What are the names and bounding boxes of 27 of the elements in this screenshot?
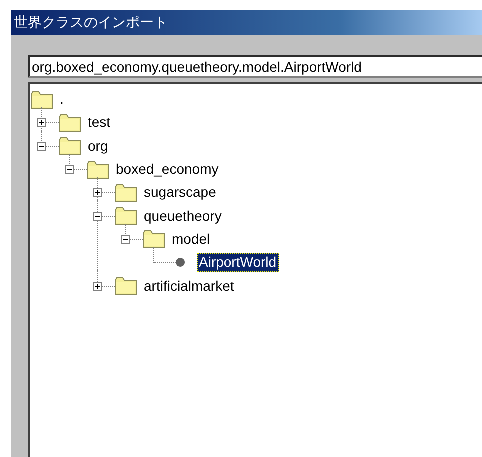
tree-item[interactable]: org	[86, 136, 110, 156]
folder-icon	[115, 184, 137, 202]
tree-item[interactable]: sugarscape	[142, 183, 218, 202]
window-title: 世界クラスのインポート	[14, 14, 168, 32]
folder-icon	[31, 90, 53, 109]
expand-toggle[interactable]	[37, 118, 46, 128]
expand-toggle[interactable]	[93, 188, 102, 198]
tree-item[interactable]: boxed_economy	[114, 160, 221, 180]
tree-item[interactable]: artificialmarket	[142, 276, 236, 296]
tree-item[interactable]: test	[86, 113, 113, 132]
folder-icon	[59, 114, 81, 132]
expand-toggle[interactable]	[93, 282, 102, 291]
tree-item[interactable]: queuetheory	[142, 206, 224, 226]
collapse-toggle[interactable]	[93, 212, 102, 221]
collapse-toggle[interactable]	[65, 165, 74, 174]
class-name-field[interactable]: org.boxed_economy.queuetheory.model.AirportWorld	[28, 55, 482, 78]
folder-icon	[87, 160, 109, 179]
tree-item[interactable]: model	[170, 230, 212, 249]
tree-item[interactable]: .	[58, 90, 66, 110]
folder-icon	[59, 137, 81, 156]
collapse-toggle[interactable]	[37, 142, 46, 151]
folder-icon	[143, 230, 165, 248]
folder-icon	[115, 207, 137, 226]
class-icon	[176, 258, 185, 268]
folder-icon	[115, 277, 137, 296]
tree-item[interactable]: AirportWorld	[197, 253, 279, 272]
collapse-toggle[interactable]	[121, 234, 130, 244]
